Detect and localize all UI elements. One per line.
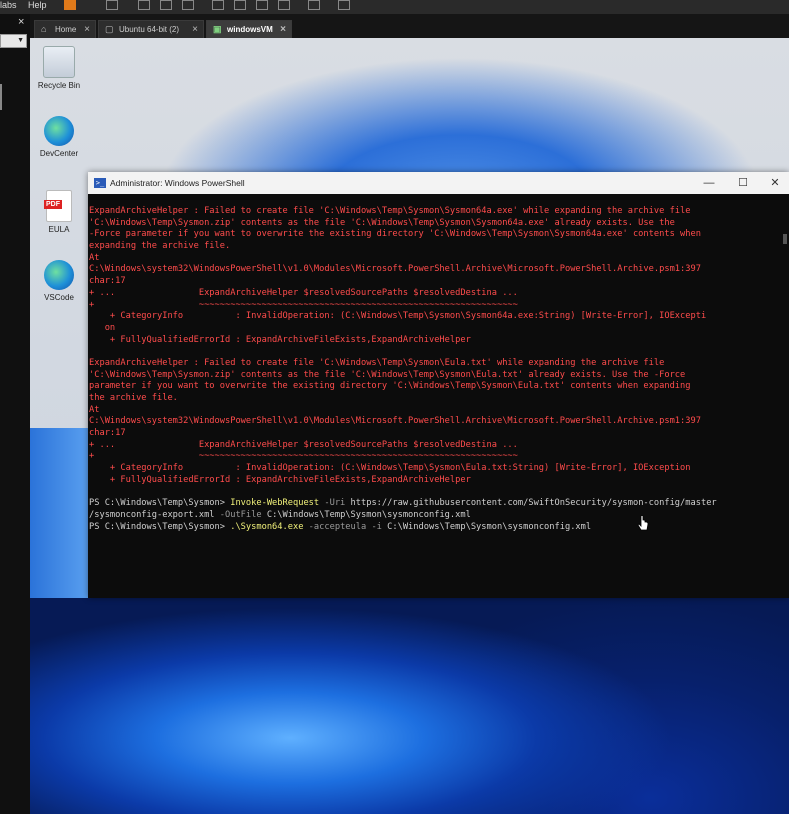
edge-icon — [44, 260, 74, 290]
vm-icon: ▢ — [105, 24, 114, 34]
console-line: + CategoryInfo : InvalidOperation: (C:\W… — [89, 311, 707, 322]
close-button[interactable]: ✕ — [758, 172, 789, 194]
window-title: Administrator: Windows PowerShell — [110, 178, 245, 188]
desktop-icon-label: EULA — [48, 225, 70, 234]
powershell-window[interactable]: >_ Administrator: Windows PowerShell — ☐… — [88, 172, 789, 598]
console-prompt: PS C:\Windows\Temp\Sysmon> — [89, 498, 231, 509]
minimize-button[interactable]: — — [692, 172, 726, 194]
console-line: ExpandArchiveHelper : Failed to create f… — [89, 206, 691, 216]
console-line: char:17 — [89, 428, 126, 439]
close-icon[interactable]: × — [84, 21, 90, 39]
fullscreen-icon[interactable] — [256, 0, 268, 10]
console-argument: https://raw.githubusercontent.com/SwiftO… — [350, 498, 717, 509]
console-line: + ~~~~~~~~~~~~~~~~~~~~~~~~~~~~~~~~~~~~~~… — [89, 451, 518, 462]
console-line: C:\Windows\system32\WindowsPowerShell\v1… — [89, 416, 701, 427]
menu-help[interactable]: Help — [28, 0, 47, 10]
console-line: At — [89, 404, 100, 415]
home-icon: ⌂ — [41, 24, 47, 34]
console-line: At — [89, 252, 100, 263]
console-line: + ~~~~~~~~~~~~~~~~~~~~~~~~~~~~~~~~~~~~~~… — [89, 299, 518, 310]
desktop-icon-eula[interactable]: PDF EULA — [32, 190, 86, 234]
console-line: PS C:\Windows\Temp\Sysmon> .\Sysmon64.ex… — [89, 522, 780, 534]
vm-running-icon: ▣ — [213, 24, 222, 34]
console-line: parameter if you want to overwrite the e… — [89, 381, 691, 392]
console-line: -Force parameter if you want to overwrit… — [89, 229, 701, 240]
console-argument: C:\Windows\Temp\Sysmon\sysmonconfig.xml — [387, 521, 592, 532]
library-close-icon[interactable]: × — [18, 16, 24, 28]
console-line: ExpandArchiveHelper : Failed to create f… — [89, 357, 665, 368]
desktop-icon-label: VSCode — [44, 293, 74, 302]
revert-icon[interactable] — [160, 0, 172, 10]
tab-windowsvm-label: windowsVM — [227, 25, 273, 34]
close-icon[interactable]: × — [192, 21, 198, 39]
console-line: the archive file. — [89, 393, 178, 403]
tab-ubuntu-label: Ubuntu 64-bit (2) — [119, 25, 180, 34]
powershell-titlebar[interactable]: >_ Administrator: Windows PowerShell — ☐… — [88, 172, 789, 194]
maximize-button[interactable]: ☐ — [726, 172, 760, 194]
snapshot-icon[interactable] — [138, 0, 150, 10]
console-line: + ... ExpandArchiveHelper $resolvedSourc… — [89, 439, 518, 450]
wallpaper-bloom-left — [30, 428, 90, 608]
console-line: C:\Windows\system32\WindowsPowerShell\v1… — [89, 264, 701, 275]
console-parameter: -accepteula -i — [303, 521, 388, 532]
sidebar-toggle-icon[interactable] — [212, 0, 224, 10]
vm-tab-bar: ⌂ Home × ▢ Ubuntu 64-bit (2) × ▣ windows… — [30, 14, 789, 38]
menu-labs[interactable]: labs — [0, 0, 17, 10]
console-prompt: PS C:\Windows\Temp\Sysmon> — [89, 521, 231, 532]
console-argument: /sysmonconfig-export.xml — [89, 509, 215, 520]
send-keys-icon[interactable] — [106, 0, 118, 10]
tab-windowsvm[interactable]: ▣ windowsVM × — [206, 20, 292, 38]
console-scrollbar[interactable] — [781, 194, 789, 598]
stretch-icon[interactable] — [338, 0, 350, 10]
desktop-icon-devcenter[interactable]: DevCenter — [32, 116, 86, 158]
desktop-icon-vscode[interactable]: VSCode — [32, 260, 86, 302]
scrollbar-thumb[interactable] — [783, 234, 787, 244]
library-selection-marker — [0, 84, 2, 110]
unity-icon[interactable] — [278, 0, 290, 10]
console-line: + CategoryInfo : InvalidOperation: (C:\W… — [89, 463, 691, 474]
console-command: .\Sysmon64.exe — [230, 521, 304, 532]
desktop-icon-label: DevCenter — [39, 149, 79, 158]
desktop-icon-recycle-bin[interactable]: Recycle Bin — [32, 46, 86, 90]
library-panel: × ▼ — [0, 14, 30, 814]
console-icon[interactable] — [308, 0, 320, 10]
console-line: PS C:\Windows\Temp\Sysmon> Invoke-WebReq… — [89, 498, 780, 510]
tab-home[interactable]: ⌂ Home × — [34, 20, 96, 38]
chevron-down-icon: ▼ — [17, 37, 24, 44]
console-line: char:17 — [89, 276, 126, 287]
tab-ubuntu[interactable]: ▢ Ubuntu 64-bit (2) × — [98, 20, 204, 38]
library-search-combo[interactable]: ▼ — [0, 34, 27, 48]
wallpaper-bloom — [30, 598, 789, 814]
powershell-icon: >_ — [94, 178, 106, 188]
console-line: on — [89, 322, 116, 333]
console-line: /sysmonconfig-export.xml -OutFile C:\Win… — [89, 510, 780, 522]
console-line: + FullyQualifiedErrorId : ExpandArchiveF… — [89, 334, 471, 345]
console-line: + FullyQualifiedErrorId : ExpandArchiveF… — [89, 474, 471, 485]
console-parameter: -OutFile — [214, 509, 267, 520]
console-parameter: -Uri — [319, 498, 351, 509]
close-icon[interactable]: × — [280, 21, 286, 39]
console-line: 'C:\Windows\Temp\Sysmon.zip' contents as… — [89, 369, 686, 380]
desktop-icon-label: Recycle Bin — [37, 81, 81, 90]
console-output[interactable]: ExpandArchiveHelper : Failed to create f… — [88, 194, 780, 598]
manage-snapshots-icon[interactable] — [182, 0, 194, 10]
tab-home-label: Home — [55, 25, 77, 34]
console-line: 'C:\Windows\Temp\Sysmon.zip' contents as… — [89, 217, 675, 228]
console-command: Invoke-WebRequest — [230, 498, 320, 509]
host-menubar: labs Help — [0, 0, 789, 14]
console-argument: C:\Windows\Temp\Sysmon\sysmonconfig.xml — [266, 509, 471, 520]
pause-icon[interactable] — [64, 0, 76, 10]
mouse-cursor-icon — [637, 515, 649, 531]
console-line: expanding the archive file. — [89, 241, 231, 252]
console-line: + ... ExpandArchiveHelper $resolvedSourc… — [89, 287, 518, 298]
thumbnail-icon[interactable] — [234, 0, 246, 10]
edge-icon — [44, 116, 74, 146]
recycle-bin-icon — [43, 46, 75, 78]
pdf-icon: PDF — [44, 190, 72, 222]
